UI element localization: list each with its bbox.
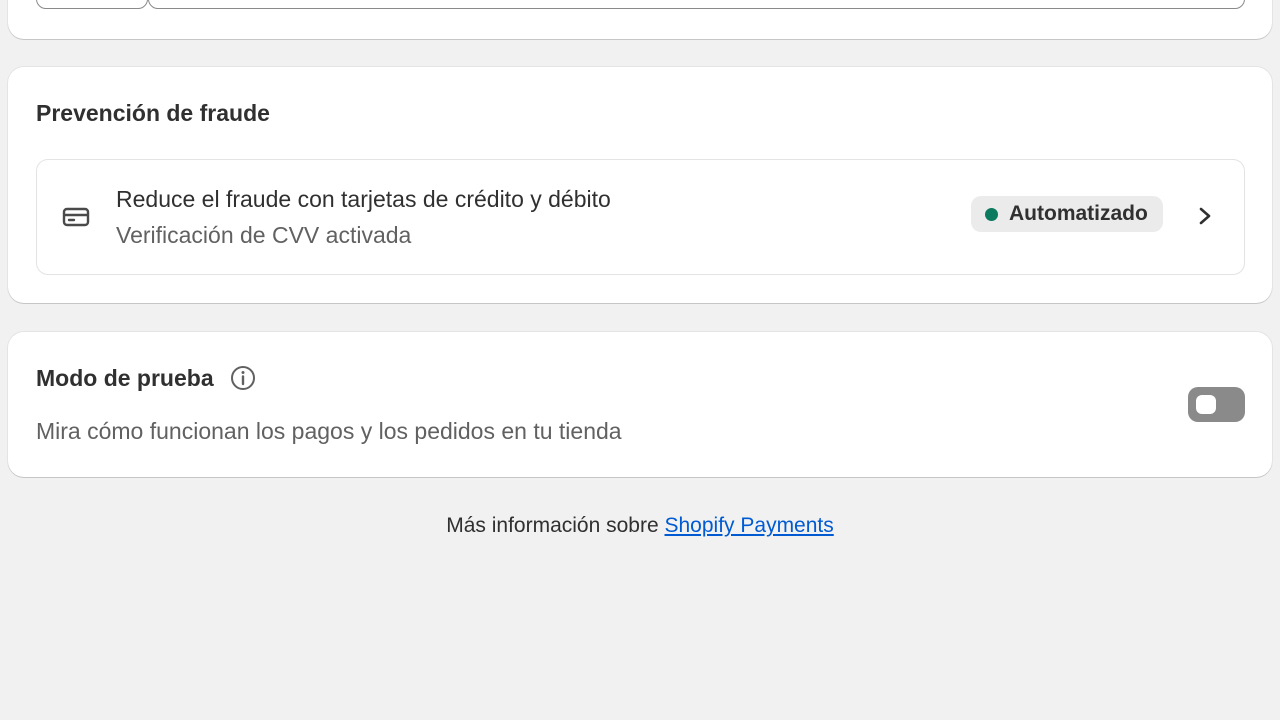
- chevron-right-icon: [1199, 207, 1211, 225]
- status-dot-icon: [985, 207, 998, 221]
- test-mode-card: Modo de prueba Mira cómo funcionan los p…: [8, 332, 1272, 477]
- test-mode-description: Mira cómo funcionan los pagos y los pedi…: [36, 418, 622, 444]
- fraud-prevention-card: Prevención de fraude Reduce el fraude co…: [8, 67, 1272, 303]
- footer-learn-more: Más información sobre Shopify Payments: [0, 514, 1280, 538]
- test-mode-toggle[interactable]: [1188, 387, 1245, 422]
- info-icon[interactable]: [230, 365, 256, 391]
- previous-section-button[interactable]: [36, 0, 148, 9]
- status-badge: Automatizado: [971, 196, 1163, 232]
- fraud-row-subtitle: Verificación de CVV activada: [116, 222, 412, 248]
- test-mode-title: Modo de prueba: [36, 365, 214, 391]
- footer-text: Más información sobre: [446, 514, 659, 537]
- fraud-card-row[interactable]: Reduce el fraude con tarjetas de crédito…: [36, 159, 1245, 275]
- toggle-knob: [1196, 395, 1216, 414]
- previous-section-input[interactable]: [148, 0, 1245, 9]
- fraud-section-title: Prevención de fraude: [36, 100, 270, 126]
- fraud-row-title: Reduce el fraude con tarjetas de crédito…: [116, 186, 611, 212]
- status-badge-label: Automatizado: [1009, 202, 1148, 225]
- previous-section-card: [8, 0, 1272, 39]
- credit-card-icon: [62, 207, 90, 227]
- shopify-payments-link[interactable]: Shopify Payments: [665, 514, 834, 537]
